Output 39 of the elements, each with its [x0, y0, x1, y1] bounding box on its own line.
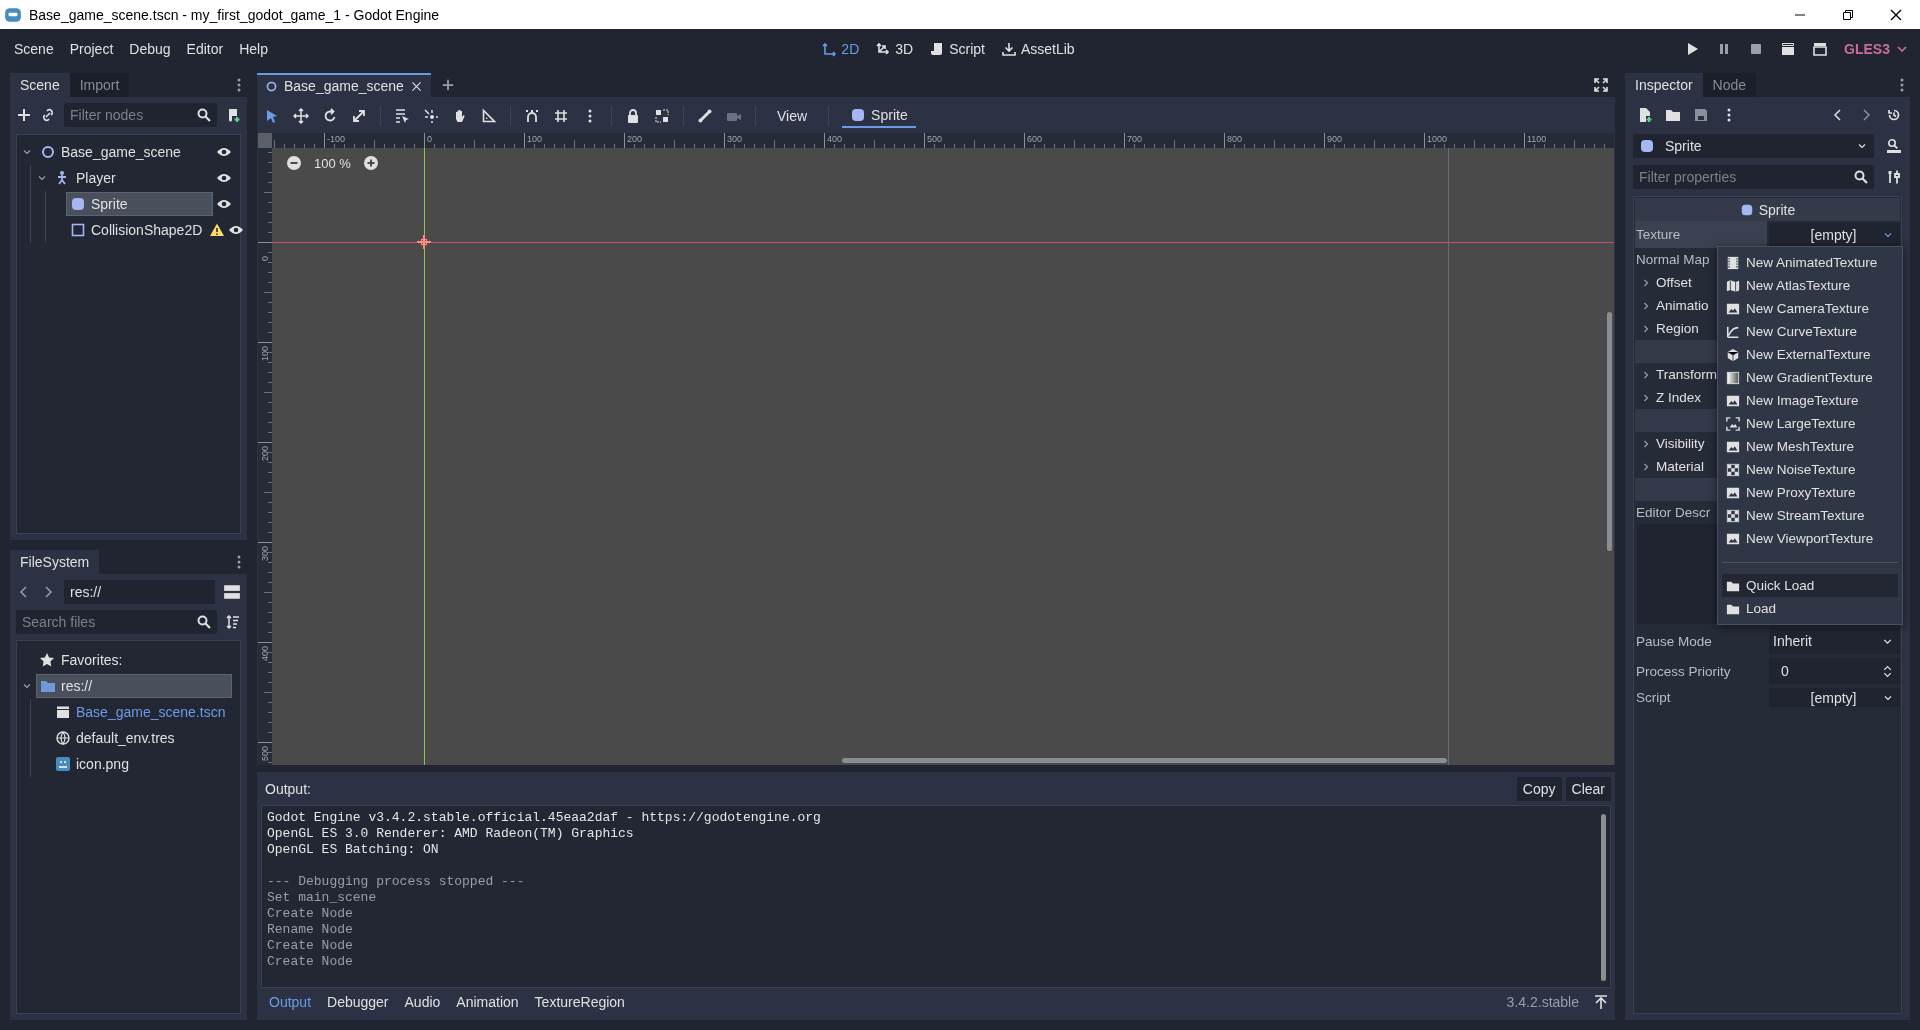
ruler-label: 500 — [927, 134, 943, 144]
log-line: OpenGL ES 3.0 Renderer: AMD Radeon(TM) Graphics — [267, 826, 635, 842]
ruler-label: 100 — [527, 134, 543, 144]
ruler-label: 600 — [1027, 134, 1043, 144]
version-label: 3.4.2.stable — [1506, 994, 1579, 1010]
ruler-label: 0 — [260, 256, 270, 261]
ruler-label: 400 — [827, 134, 843, 144]
ruler-label: 500 — [260, 745, 270, 761]
ruler-label: 100 — [260, 345, 270, 361]
window-title: Base_game_scene.tscn - my_first_godot_game_1 - Godot Engine — [29, 6, 440, 23]
log-line: Rename Node — [267, 922, 354, 938]
ruler-label: -100 — [327, 134, 345, 144]
log-line: Create Node — [267, 938, 354, 954]
ruler-label: 1100 — [1527, 134, 1547, 144]
property-label: Pause Mode — [1635, 632, 1713, 651]
log-line: Godot Engine v3.4.2.stable.official.45eaa2daf - https://godotengine.org — [267, 810, 822, 826]
property-label: Editor Descr — [1635, 504, 1711, 522]
ruler-label: 400 — [260, 645, 270, 661]
property-label: Normal Map — [1635, 251, 1710, 269]
property-label: Script — [1635, 689, 1672, 707]
ruler-label: 300 — [260, 545, 270, 561]
log-line: Set main_scene — [267, 890, 378, 906]
log-line: OpenGL ES Batching: ON — [267, 842, 440, 858]
property-label: Process Priority — [1635, 662, 1732, 681]
category-header: Sprite — [1635, 198, 1900, 221]
favorites-label: Favorites: — [61, 652, 123, 668]
log-line: --- Debugging process stopped --- — [267, 874, 526, 890]
ruler-label: 800 — [1227, 134, 1243, 144]
output-title: Output: — [265, 781, 311, 797]
log-line: Create Node — [267, 954, 354, 970]
ruler-label: 1000 — [1427, 134, 1448, 144]
property-label: Texture — [1635, 221, 1767, 248]
log-line: Create Node — [267, 906, 354, 922]
ruler-label: 0 — [427, 134, 432, 144]
ruler-label: 700 — [1127, 134, 1143, 144]
ruler-label: 900 — [1327, 134, 1343, 144]
ruler-label: 300 — [727, 134, 743, 144]
ruler-label: 200 — [627, 134, 643, 144]
ruler-label: 200 — [260, 445, 270, 461]
